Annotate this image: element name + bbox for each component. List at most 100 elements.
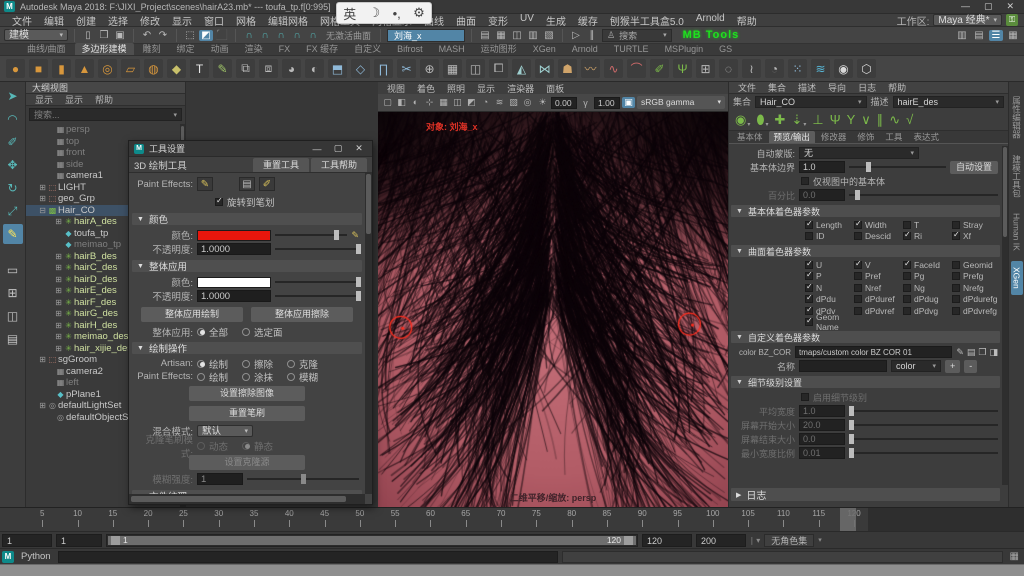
ime-settings-icon[interactable]: ⚙ bbox=[413, 5, 425, 21]
xgen-shelf-icon[interactable]: Ψ bbox=[673, 59, 692, 78]
surface-shader-section-header[interactable]: ▼曲面着色器参数 bbox=[731, 245, 1000, 257]
viewport-menu[interactable]: 视图 bbox=[382, 82, 410, 95]
expand-toggle-icon[interactable]: ⊞ bbox=[38, 183, 47, 192]
paint-color-swatch[interactable] bbox=[197, 230, 271, 241]
param-checkbox[interactable] bbox=[952, 307, 960, 315]
radio-擦除[interactable] bbox=[242, 360, 250, 368]
param-checkbox[interactable] bbox=[805, 307, 813, 315]
radio-模糊[interactable] bbox=[287, 373, 295, 381]
mash-icon[interactable]: ⁙ bbox=[788, 59, 807, 78]
pane-split-icon[interactable]: ▤ bbox=[3, 329, 23, 349]
open-scene-icon[interactable]: ❒ bbox=[97, 30, 111, 41]
layout-hypershade-icon[interactable]: ▧ bbox=[542, 30, 556, 41]
close-button[interactable]: ✕ bbox=[1006, 1, 1014, 12]
shelf-tab[interactable]: 运动图形 bbox=[474, 43, 524, 55]
primitive-shader-section-header[interactable]: ▼基本体着色器参数 bbox=[731, 205, 1000, 217]
paint-fx-icon[interactable]: ✐ bbox=[650, 59, 669, 78]
menubar-item[interactable]: 网格 bbox=[230, 13, 262, 28]
sculpt-icon[interactable]: ☗ bbox=[558, 59, 577, 78]
primitive-bound-field[interactable]: 1.0 bbox=[799, 161, 845, 173]
radio-选定面[interactable] bbox=[242, 328, 250, 336]
flood-opacity-slider[interactable] bbox=[275, 295, 359, 297]
menubar-item[interactable]: 文件 bbox=[6, 13, 38, 28]
xgen-menu[interactable]: 文件 bbox=[733, 82, 761, 93]
target-weld-icon[interactable]: ⊕ bbox=[420, 59, 439, 78]
brush-template-icon[interactable]: ▤ bbox=[239, 177, 255, 191]
poly-cube-icon[interactable]: ■ bbox=[29, 59, 48, 78]
snap-grid-icon[interactable]: ∩ bbox=[242, 30, 256, 41]
shadows-icon[interactable]: ◩ bbox=[465, 97, 478, 108]
expand-toggle-icon[interactable]: ⊞ bbox=[38, 401, 47, 410]
shelf-tab[interactable]: XGen bbox=[526, 43, 563, 55]
expand-toggle-icon[interactable]: ⊞ bbox=[54, 298, 63, 307]
current-3dpaint-tool-icon[interactable]: ✎ bbox=[3, 224, 23, 244]
param-checkbox[interactable] bbox=[903, 221, 911, 229]
paint-operations-section-header[interactable]: ▼绘制操作 bbox=[132, 342, 362, 354]
param-checkbox[interactable] bbox=[952, 284, 960, 292]
expand-toggle-icon[interactable]: ⊞ bbox=[38, 355, 47, 364]
outliner-search-input[interactable]: 搜索...▾ bbox=[29, 108, 182, 121]
scale-tool-icon[interactable]: ⤢ bbox=[3, 201, 23, 221]
menubar-item[interactable]: 选择 bbox=[102, 13, 134, 28]
xgen-menu[interactable]: 描述 bbox=[793, 82, 821, 93]
boolean-icon[interactable]: ◐ bbox=[305, 59, 324, 78]
viewport-menu[interactable]: 照明 bbox=[442, 82, 470, 95]
range-start-handle[interactable] bbox=[111, 536, 120, 545]
browse-folder-icon[interactable]: ❒ bbox=[978, 347, 986, 358]
log-section-header[interactable]: ▶日志 bbox=[731, 488, 1000, 501]
outliner-item[interactable]: ▦persp bbox=[26, 124, 180, 136]
viewport-menu[interactable]: 着色 bbox=[412, 82, 440, 95]
xgen-tab[interactable]: 修改器 bbox=[816, 131, 852, 143]
playback-options-icon[interactable]: ∣ ▾ bbox=[750, 536, 760, 545]
eyedropper-icon[interactable]: ✎ bbox=[351, 230, 359, 241]
curve-cv-icon[interactable]: ∿ bbox=[604, 59, 623, 78]
slider-handle[interactable] bbox=[849, 448, 854, 458]
save-scene-icon[interactable]: ▣ bbox=[113, 30, 127, 41]
shelf-tab[interactable]: Arnold bbox=[565, 43, 605, 55]
menubar-item[interactable]: 显示 bbox=[166, 13, 198, 28]
menu-set-select[interactable]: 建模▾ bbox=[4, 29, 68, 41]
symmetry-icon[interactable]: ⋈ bbox=[535, 59, 554, 78]
mirror-icon[interactable]: ◭ bbox=[512, 59, 531, 78]
flood-erase-button[interactable]: 整体应用擦除 bbox=[251, 307, 353, 322]
opacity-field[interactable]: 1.0000 bbox=[197, 243, 271, 255]
ime-width-icon[interactable]: ☽ bbox=[369, 5, 381, 21]
dialog-title-bar[interactable]: M 工具设置 — ▢ ✕ bbox=[129, 141, 372, 157]
select-object-icon[interactable]: ◩ bbox=[199, 30, 213, 41]
time-slider[interactable]: 5101520253035404550556065707580859095100… bbox=[0, 507, 1024, 531]
xgen-menu[interactable]: 日志 bbox=[853, 82, 881, 93]
expand-toggle-icon[interactable]: ⊞ bbox=[54, 263, 63, 272]
xgen-tab[interactable]: 基本体 bbox=[732, 131, 768, 143]
dialog-minimize-button[interactable]: — bbox=[309, 144, 325, 154]
shelf-tab[interactable]: MSPlugin bbox=[658, 43, 711, 55]
arnold-shelf-icon[interactable]: ◉ bbox=[834, 59, 853, 78]
bifrost-icon[interactable]: ≋ bbox=[811, 59, 830, 78]
xgen-comb-icon[interactable]: Ψ bbox=[830, 112, 841, 127]
relax-icon[interactable]: 〰 bbox=[581, 59, 600, 78]
lod-setting-field[interactable]: 20.0 bbox=[799, 419, 845, 431]
side-tab-[interactable]: 属性编辑器 bbox=[1010, 90, 1024, 145]
menubar-item[interactable]: 编辑网格 bbox=[262, 13, 314, 28]
poly-disc-icon[interactable]: ◍ bbox=[144, 59, 163, 78]
brush-preset-icon[interactable]: ✐ bbox=[259, 177, 275, 191]
screen-ao-icon[interactable]: ◔ bbox=[479, 97, 492, 108]
camera-lock-icon[interactable]: ◧ bbox=[395, 97, 408, 108]
xgen-length-icon[interactable]: √ bbox=[906, 112, 913, 127]
viewport-canvas[interactable]: 对象: 刘海_x 二维平移/缩放: persp bbox=[378, 112, 728, 507]
param-checkbox[interactable] bbox=[903, 272, 911, 280]
shelf-tab[interactable]: GS bbox=[712, 43, 739, 55]
param-checkbox[interactable] bbox=[805, 295, 813, 303]
dialog-vertical-scrollbar[interactable] bbox=[365, 173, 372, 494]
expand-toggle-icon[interactable]: ⊞ bbox=[38, 194, 47, 203]
paint-select-tool-icon[interactable]: ✐ bbox=[3, 132, 23, 152]
xgen-add-guide-icon[interactable]: ✚ bbox=[775, 112, 786, 128]
set-erase-image-button[interactable]: 设置擦除图像 bbox=[189, 386, 305, 401]
enable-lod-checkbox[interactable] bbox=[801, 393, 809, 401]
name-field[interactable] bbox=[799, 360, 887, 372]
expand-toggle-icon[interactable]: ⊟ bbox=[38, 206, 47, 215]
camera-attrs-icon[interactable]: ◐ bbox=[409, 97, 422, 108]
radio-涂抹[interactable] bbox=[242, 373, 250, 381]
param-checkbox[interactable] bbox=[952, 261, 960, 269]
shelf-tab[interactable]: 动画 bbox=[204, 43, 236, 55]
slider-handle[interactable] bbox=[849, 434, 854, 444]
